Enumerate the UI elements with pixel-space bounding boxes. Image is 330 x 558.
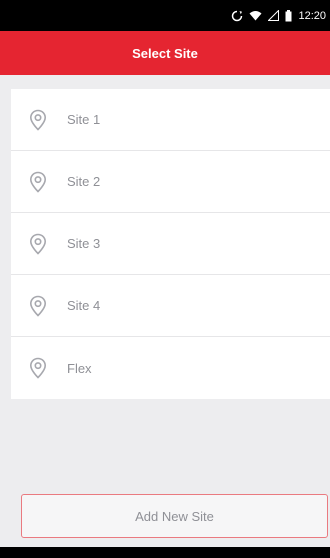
signal-icon (268, 10, 280, 21)
app-bar: Select Site (0, 31, 330, 75)
status-bar: 12:20 (0, 0, 330, 31)
site-item-1[interactable]: Site 1 (11, 89, 330, 151)
site-item-flex[interactable]: Flex (11, 337, 330, 399)
sync-icon (231, 10, 243, 22)
site-item-4[interactable]: Site 4 (11, 275, 330, 337)
site-item-2[interactable]: Site 2 (11, 151, 330, 213)
site-item-label: Site 1 (67, 112, 101, 127)
site-item-label: Site 4 (67, 298, 101, 313)
location-pin-icon (27, 109, 49, 131)
site-item-label: Flex (67, 360, 92, 376)
location-pin-icon (27, 295, 49, 317)
add-new-site-button[interactable]: Add New Site (21, 494, 328, 538)
app-screen: 12:20 Select Site Site 1 Site 2 Site 3 S… (0, 0, 330, 558)
wifi-icon (249, 10, 262, 21)
site-item-label: Site 2 (67, 174, 101, 189)
location-pin-icon (27, 171, 49, 193)
site-list: Site 1 Site 2 Site 3 Site 4 Flex (11, 89, 330, 399)
location-pin-icon (27, 357, 49, 379)
location-pin-icon (27, 233, 49, 255)
site-item-3[interactable]: Site 3 (11, 213, 330, 275)
battery-icon (285, 9, 292, 22)
site-item-label: Site 3 (67, 236, 101, 251)
status-time: 12:20 (298, 9, 326, 22)
page-title: Select Site (132, 45, 198, 61)
navigation-bar (0, 547, 330, 558)
